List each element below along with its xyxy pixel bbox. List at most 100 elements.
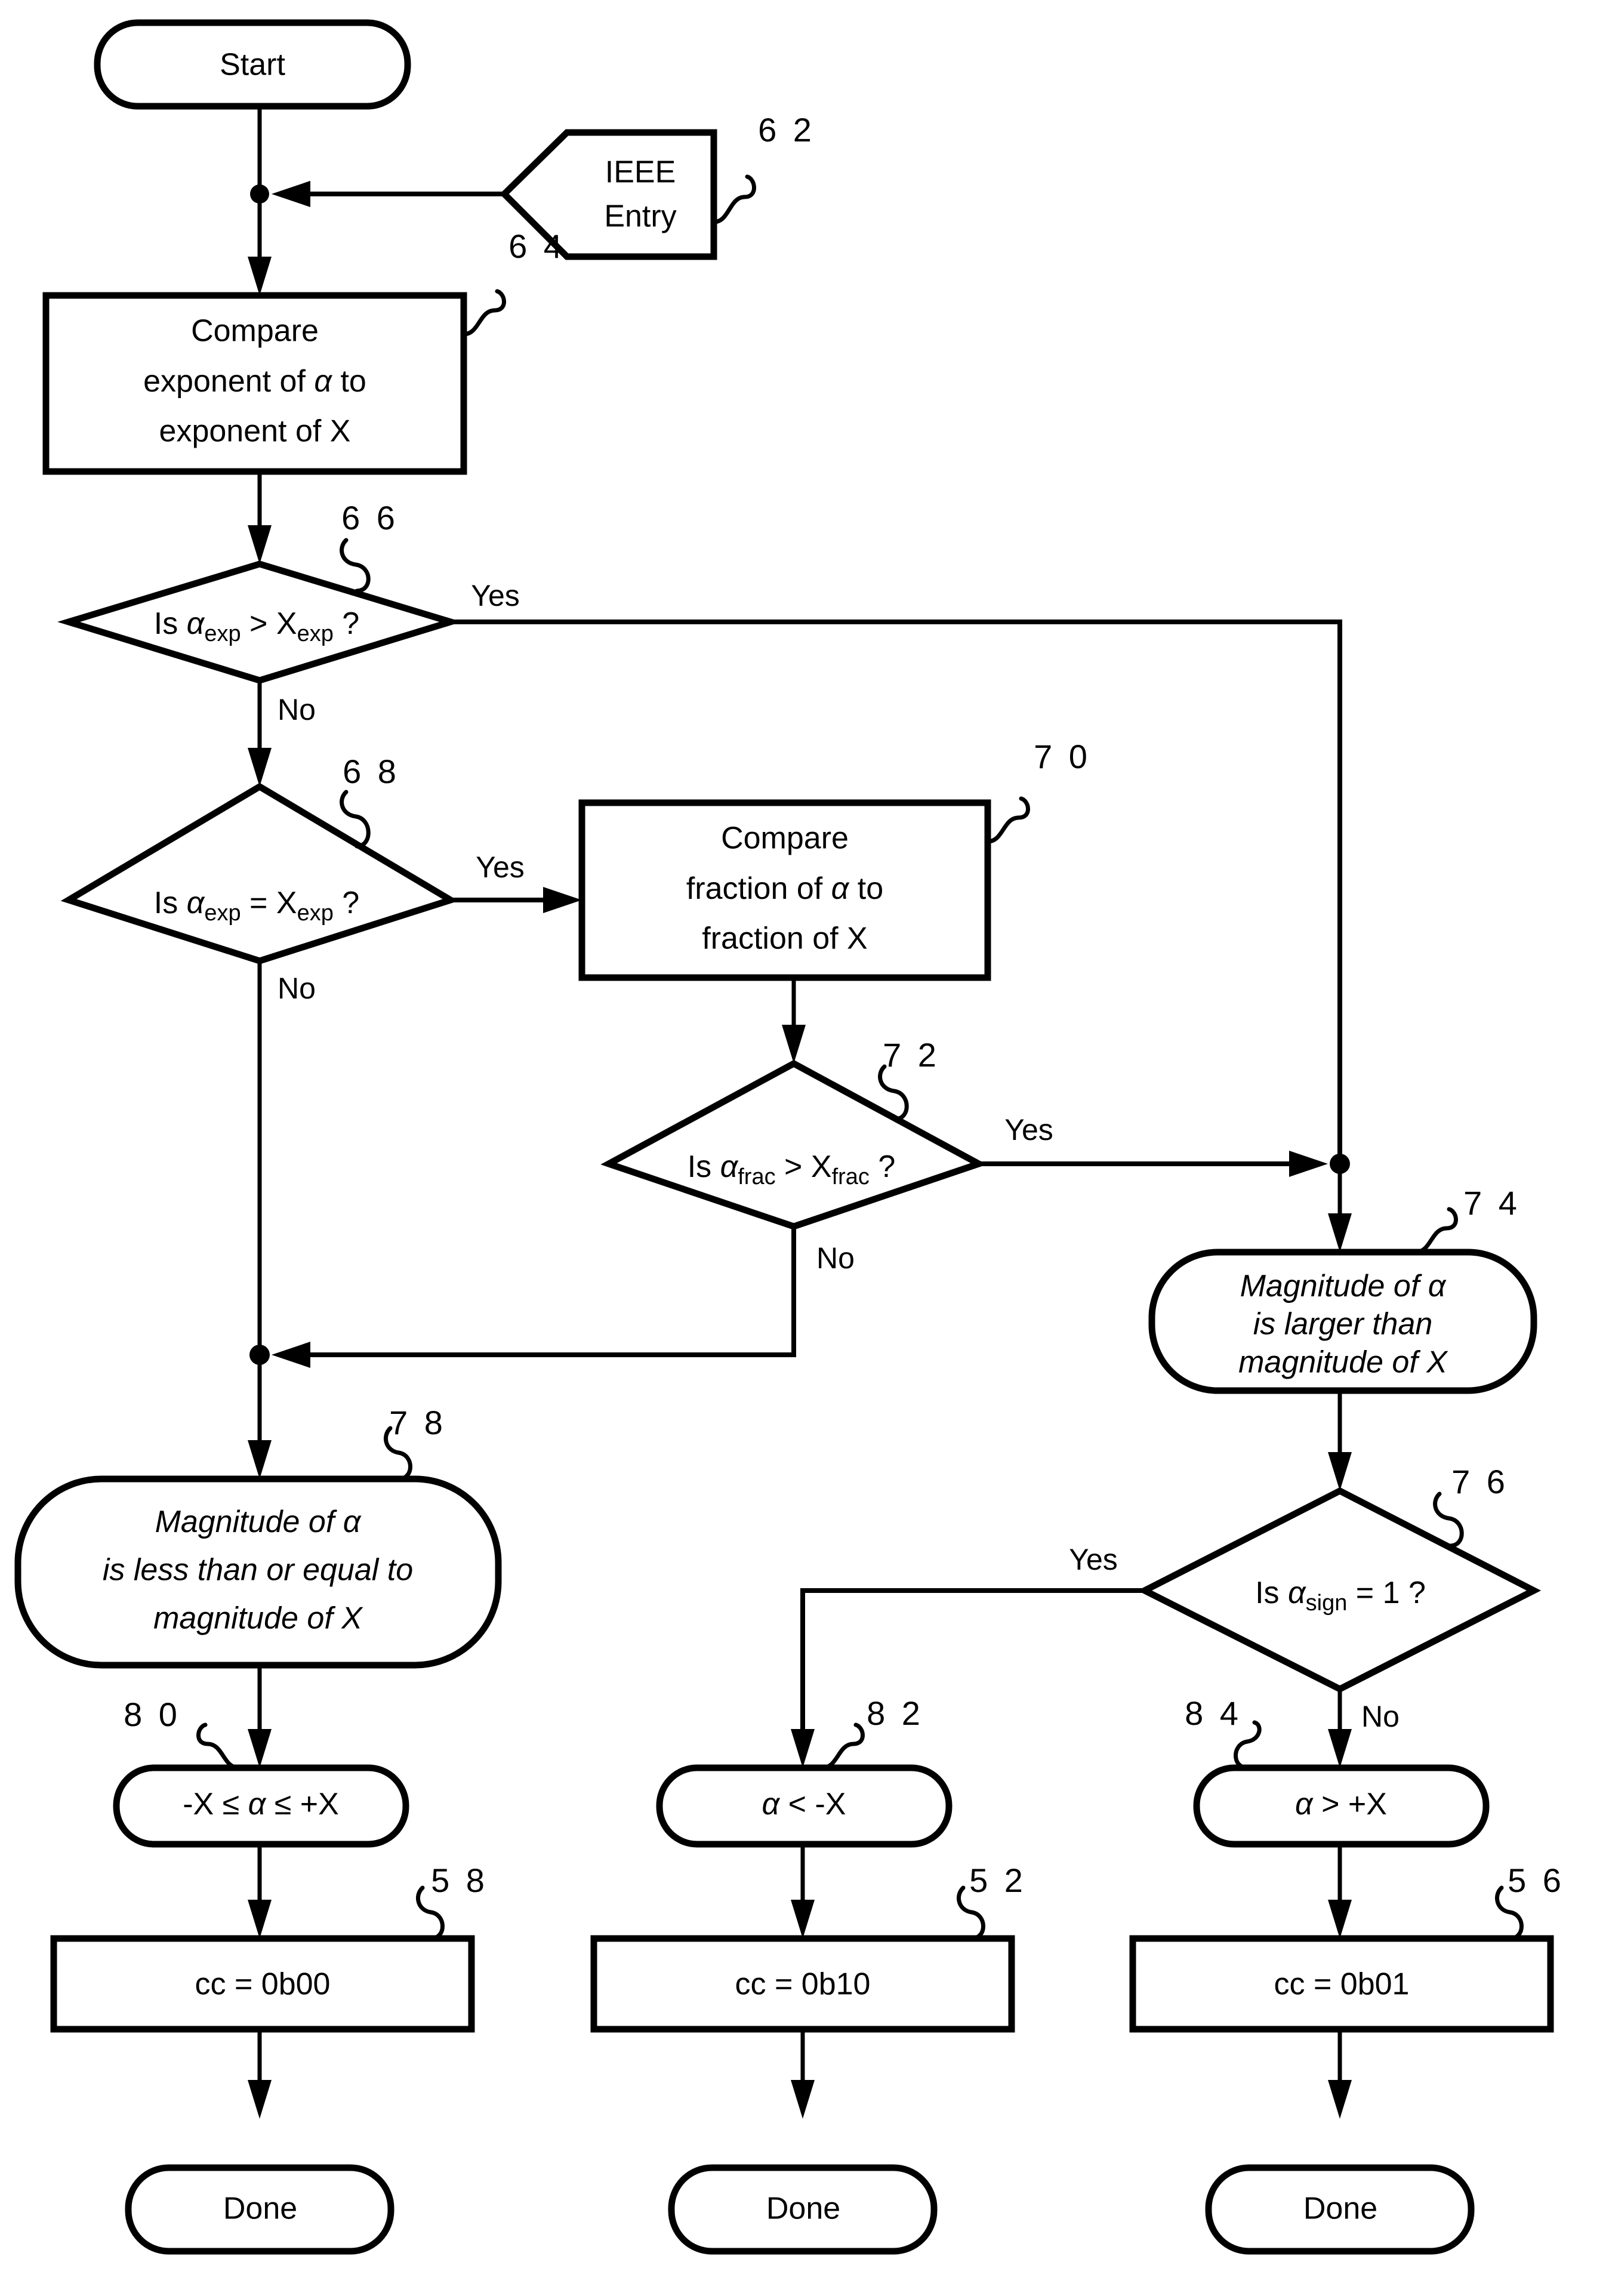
node-cc-10[interactable]: cc = 0b10	[590, 1935, 1015, 2033]
ref-number-64: 6 4	[508, 227, 566, 265]
d68-sub2: exp	[297, 901, 334, 926]
d66-is: Is	[154, 606, 187, 641]
node-compare-fraction[interactable]: Compare fraction of α to fraction of X	[578, 799, 991, 981]
arrowhead-decision-72-yes	[1289, 1151, 1328, 1177]
node-decision-exp-greater[interactable]: Is αexp > Xexp ?	[57, 560, 462, 684]
d68-is: Is	[154, 886, 187, 920]
rb-alpha: α	[762, 1787, 781, 1822]
d76-op: = 1 ?	[1347, 1576, 1426, 1610]
ce-l2alpha: α	[314, 364, 332, 399]
node-decision-exp-equal[interactable]: Is αexp = Xexp ?	[60, 782, 459, 964]
leader-line-74	[1413, 1207, 1458, 1255]
magnitude-larger-line1: Magnitude of α	[1240, 1269, 1447, 1303]
node-magnitude-larger[interactable]: Magnitude of α is larger than magnitude …	[1148, 1249, 1537, 1394]
decision-72-shape	[600, 1059, 987, 1230]
arrowhead-to-decision-76	[1328, 1452, 1352, 1491]
node-decision-sign[interactable]: Is αsign = 1 ?	[1137, 1487, 1542, 1693]
ref-number-78: 7 8	[389, 1404, 446, 1441]
d72-op: > X	[776, 1149, 832, 1184]
node-result-within[interactable]: -X ≤ α ≤ +X	[113, 1764, 409, 1848]
leader-line-82	[820, 1722, 865, 1770]
d66-sub2: exp	[297, 621, 334, 646]
done-mid-label: Done	[766, 2192, 840, 2226]
done-left-label: Done	[223, 2192, 297, 2226]
cc-00-label: cc = 0b00	[195, 1967, 331, 2002]
leader-line-80	[196, 1722, 241, 1770]
ra-rest: > +X	[1313, 1787, 1387, 1822]
d68-end: ?	[334, 886, 359, 920]
ra-alpha: α	[1295, 1787, 1314, 1822]
arrowhead-to-cc-10	[791, 1900, 815, 1938]
arrowhead-decision-76-yes	[791, 1729, 815, 1768]
d66-op: > X	[241, 606, 297, 641]
result-within-label: -X ≤ α ≤ +X	[183, 1787, 339, 1822]
rw-b: +X	[291, 1787, 339, 1822]
ref-number-72: 7 2	[883, 1036, 940, 1074]
ref-number-74: 7 4	[1463, 1184, 1521, 1222]
ml-l1alpha: α	[1428, 1269, 1447, 1303]
d76-is: Is	[1255, 1576, 1288, 1610]
node-result-above[interactable]: α > +X	[1193, 1764, 1490, 1848]
node-done-right[interactable]: Done	[1205, 2164, 1475, 2255]
arrowhead-to-compare-exponent	[248, 257, 272, 295]
ref-number-62: 6 2	[758, 111, 815, 149]
decision-68-shape	[60, 782, 459, 964]
ref-number-80: 8 0	[124, 1696, 181, 1733]
decision-76-shape	[1137, 1487, 1542, 1693]
arrowhead-to-done-mid	[791, 2080, 815, 2119]
node-start[interactable]: Start	[94, 19, 411, 110]
branch-label-no-72: No	[816, 1241, 855, 1275]
arrowhead-to-magnitude-larger	[1328, 1213, 1352, 1252]
ref-number-58: 5 8	[431, 1862, 488, 1899]
node-compare-exponent[interactable]: Compare exponent of α to exponent of X	[42, 292, 467, 475]
ml-l1a: Magnitude of	[1240, 1269, 1428, 1303]
arrowhead-to-cc-00	[248, 1900, 272, 1938]
node-done-mid[interactable]: Done	[668, 2164, 938, 2255]
compare-fraction-line3: fraction of X	[702, 922, 867, 956]
arrowhead-to-compare-fraction	[543, 887, 582, 913]
rw-alpha: α	[239, 1787, 275, 1822]
d66-sub1: exp	[204, 621, 241, 646]
start-label: Start	[220, 48, 285, 82]
d66-end: ?	[334, 606, 359, 641]
cf-l2alpha: α	[831, 871, 850, 906]
d68-alpha: α	[187, 886, 205, 920]
node-decision-frac-greater[interactable]: Is αfrac > Xfrac ?	[600, 1059, 987, 1230]
ce-l2b: to	[332, 364, 366, 399]
ref-number-70: 7 0	[1034, 738, 1091, 775]
done-right-label: Done	[1303, 2192, 1377, 2226]
d72-end: ?	[870, 1149, 895, 1184]
magnitude-lessequal-line3: magnitude of X	[153, 1601, 363, 1636]
compare-exponent-line1: Compare	[191, 314, 319, 349]
node-result-below[interactable]: α < -X	[656, 1764, 953, 1848]
ref-number-84: 8 4	[1185, 1694, 1242, 1732]
mle-l1alpha: α	[343, 1505, 362, 1539]
node-cc-00[interactable]: cc = 0b00	[50, 1935, 475, 2033]
ieee-entry-label-line1: IEEE	[605, 155, 676, 190]
node-magnitude-lessequal[interactable]: Magnitude of α is less than or equal to …	[14, 1475, 502, 1669]
arrowhead-ieee-entry	[272, 181, 310, 207]
edge-decision-72-no	[298, 1226, 796, 1357]
arrowhead-to-magnitude-lessequal	[248, 1440, 272, 1479]
arrowhead-to-done-right	[1328, 2080, 1352, 2119]
node-cc-01[interactable]: cc = 0b01	[1129, 1935, 1554, 2033]
leader-line-70	[985, 796, 1030, 844]
compare-fraction-line1: Compare	[721, 821, 849, 856]
branch-label-yes-72: Yes	[1004, 1113, 1053, 1147]
leader-line-64	[461, 289, 506, 337]
arrowhead-to-decision-68	[248, 748, 272, 787]
junction-dot-ieee-merge	[250, 184, 269, 204]
arrowhead-to-cc-01	[1328, 1900, 1352, 1938]
branch-label-yes-66: Yes	[471, 579, 520, 612]
d68-op: = X	[241, 886, 297, 920]
magnitude-larger-line3: magnitude of X	[1238, 1345, 1448, 1380]
node-done-left[interactable]: Done	[125, 2164, 394, 2255]
magnitude-lessequal-line1: Magnitude of α	[155, 1505, 362, 1539]
rw-le1: ≤	[223, 1787, 240, 1822]
compare-fraction-line2: fraction of α to	[686, 871, 883, 906]
ref-number-76: 7 6	[1451, 1463, 1509, 1500]
mle-l1a: Magnitude of	[155, 1505, 343, 1539]
magnitude-larger-line2: is larger than	[1253, 1307, 1433, 1342]
rw-a: -X	[183, 1787, 222, 1822]
d76-alpha: α	[1288, 1576, 1306, 1610]
